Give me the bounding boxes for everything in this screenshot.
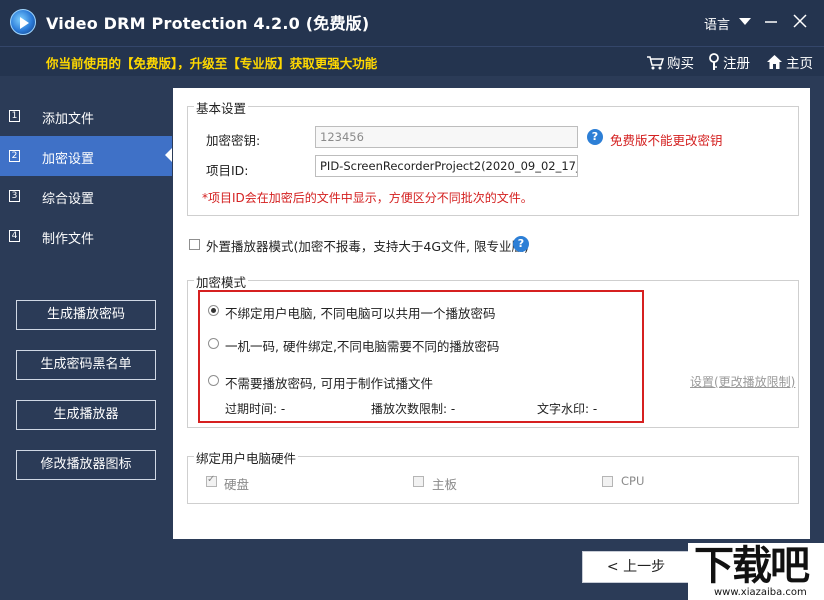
sidebar-item-general-settings[interactable]: 3 综合设置 — [0, 176, 172, 216]
hardware-binding-group: 绑定用户电脑硬件 硬盘 主板 CPU — [187, 448, 799, 504]
close-icon[interactable] — [793, 14, 807, 31]
watermark-logo: 下载吧 — [694, 543, 810, 589]
mode-one-machine-radio[interactable] — [208, 338, 219, 349]
sidebar-item-label: 综合设置 — [42, 192, 95, 207]
language-menu[interactable]: 语言 — [704, 14, 730, 33]
encryption-key-field[interactable]: 123456 — [315, 126, 578, 148]
mode-unbound-label: 不绑定用户电脑, 不同电脑可以共用一个播放密码 — [225, 306, 496, 321]
key-icon — [709, 53, 719, 70]
watermark-url: www.xiazaiba.com — [714, 587, 807, 598]
text-watermark-text: 文字水印: - — [537, 402, 598, 416]
help-icon[interactable]: ? — [587, 129, 603, 145]
upgrade-banner: 你当前使用的【免费版】，升级至【专业版】获取更强大功能 购买 注册 主页 — [0, 46, 824, 76]
project-id-note: *项目ID会在加密后的文件中显示，方便区分不同批次的文件。 — [202, 191, 533, 205]
generate-play-password-button[interactable]: 生成播放密码 — [16, 300, 156, 330]
home-link[interactable]: 主页 — [766, 52, 813, 72]
buy-label: 购买 — [667, 56, 694, 72]
sidebar-item-label: 加密设置 — [42, 152, 95, 167]
cpu-checkbox[interactable] — [602, 476, 613, 487]
play-limit-text: 播放次数限制: - — [371, 402, 456, 416]
expire-time-text: 过期时间: - — [225, 402, 286, 416]
sidebar-item-label: 制作文件 — [42, 232, 95, 247]
upgrade-message: 你当前使用的【免费版】，升级至【专业版】获取更强大功能 — [46, 56, 378, 71]
group-title: 绑定用户电脑硬件 — [194, 448, 299, 467]
external-player-checkbox[interactable] — [189, 239, 200, 250]
site-watermark: 下载吧 www.xiazaiba.com — [688, 543, 824, 600]
title-bar: Video DRM Protection 4.2.0 (免费版) 语言 — [0, 0, 824, 46]
cpu-label: CPU — [621, 474, 645, 488]
step-number: 2 — [9, 150, 20, 162]
motherboard-label: 主板 — [432, 477, 458, 492]
generate-password-blacklist-button[interactable]: 生成密码黑名单 — [16, 350, 156, 380]
mode-no-password-label: 不需要播放密码, 可用于制作试播文件 — [225, 376, 433, 391]
register-link[interactable]: 注册 — [708, 52, 750, 72]
cart-icon — [647, 56, 664, 70]
disk-label: 硬盘 — [224, 477, 250, 492]
sidebar-nav: 1 添加文件 2 加密设置 3 综合设置 4 制作文件 — [0, 96, 172, 256]
external-player-label: 外置播放器模式(加密不报毒，支持大于4G文件, 限专业版) — [206, 239, 529, 254]
dropdown-arrow-icon[interactable] — [738, 15, 752, 29]
minimize-icon[interactable] — [764, 15, 778, 32]
sidebar-item-add-files[interactable]: 1 添加文件 — [0, 96, 172, 136]
change-player-icon-button[interactable]: 修改播放器图标 — [16, 450, 156, 480]
previous-step-button[interactable]: < 上一步 — [582, 551, 690, 583]
step-number: 3 — [9, 190, 20, 202]
sidebar-item-make-files[interactable]: 4 制作文件 — [0, 216, 172, 256]
app-title: Video DRM Protection 4.2.0 (免费版) — [46, 14, 370, 33]
group-title: 基本设置 — [194, 98, 249, 117]
main-panel: 基本设置 加密密钥: 123456 ? 免费版不能更改密钥 项目ID: PID-… — [173, 88, 810, 539]
register-label: 注册 — [723, 56, 750, 72]
project-id-field[interactable]: PID-ScreenRecorderProject2(2020_09_02_17… — [315, 155, 578, 177]
mode-unbound-radio[interactable] — [208, 305, 219, 316]
help-icon[interactable]: ? — [513, 236, 529, 252]
basic-settings-group: 基本设置 加密密钥: 123456 ? 免费版不能更改密钥 项目ID: PID-… — [187, 98, 799, 216]
step-number: 1 — [9, 110, 20, 122]
group-title: 加密模式 — [194, 272, 249, 291]
app-logo-icon — [10, 9, 36, 35]
step-number: 4 — [9, 230, 20, 242]
disk-checkbox[interactable] — [206, 474, 217, 487]
sidebar-item-label: 添加文件 — [42, 112, 95, 127]
project-id-label: 项目ID: — [206, 163, 249, 178]
mode-one-machine-label: 一机一码, 硬件绑定,不同电脑需要不同的播放密码 — [225, 339, 500, 354]
generate-player-button[interactable]: 生成播放器 — [16, 400, 156, 430]
change-play-limit-link[interactable]: 设置(更改播放限制) — [690, 373, 795, 390]
sidebar-item-encryption-settings[interactable]: 2 加密设置 — [0, 136, 172, 176]
mode-no-password-radio[interactable] — [208, 375, 219, 386]
motherboard-checkbox[interactable] — [413, 476, 424, 487]
key-note: 免费版不能更改密钥 — [610, 133, 723, 148]
encryption-key-label: 加密密钥: — [206, 133, 261, 148]
home-label: 主页 — [786, 56, 813, 72]
home-icon — [767, 55, 782, 69]
buy-link[interactable]: 购买 — [646, 52, 694, 72]
